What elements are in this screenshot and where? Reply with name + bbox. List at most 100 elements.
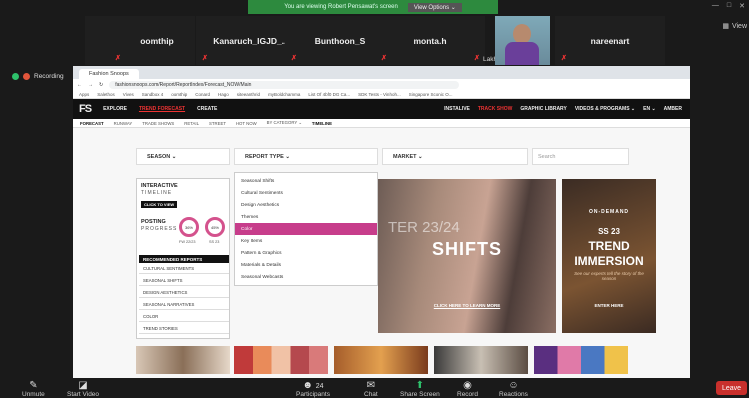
menu-item[interactable]: Themes bbox=[235, 211, 377, 223]
participant-tile[interactable]: oomthip ✗ bbox=[85, 16, 195, 65]
click-to-view-button[interactable]: CLICK TO VIEW bbox=[141, 201, 178, 208]
menu-item-active[interactable]: Color bbox=[235, 223, 377, 235]
start-video-button[interactable]: ◪ Start Video bbox=[67, 381, 99, 398]
recommended-item[interactable]: SEASONAL NARRATIVES bbox=[139, 300, 229, 310]
record-button[interactable]: ◉ Record bbox=[457, 381, 478, 398]
mic-muted-icon: ✗ bbox=[474, 55, 480, 62]
unmute-button[interactable]: ✎ Unmute bbox=[22, 381, 45, 398]
menu-item[interactable]: Cultural Sentiments bbox=[235, 187, 377, 199]
bookmark[interactable]: Sandbox 4 bbox=[142, 92, 164, 97]
on-demand-card[interactable]: ON-DEMAND SS 23 TREND IMMERSION See our … bbox=[562, 179, 656, 333]
recording-indicator[interactable]: Recording bbox=[12, 73, 64, 80]
report-type-filter[interactable]: REPORT TYPE ⌄ bbox=[234, 148, 378, 165]
browser-tab[interactable]: Fashion Snoops bbox=[79, 69, 139, 79]
season-filter[interactable]: SEASON ⌄ bbox=[136, 148, 230, 165]
nav-videos[interactable]: VIDEOS & PROGRAMS ⌄ bbox=[575, 106, 635, 112]
recommended-item[interactable]: SEASONAL SHIFTS bbox=[139, 276, 229, 286]
menu-item[interactable]: Seasonal Webcasts bbox=[235, 271, 377, 283]
participants-button[interactable]: ☻ 24 Participants bbox=[296, 381, 330, 398]
participant-tile[interactable]: nareenart ✗ bbox=[555, 16, 665, 65]
hero-banner[interactable]: TER 23/24 SHIFTS CLICK HERE TO LEARN MOR… bbox=[378, 179, 556, 333]
close-icon[interactable]: ✕ bbox=[739, 2, 745, 10]
record-dot-icon bbox=[23, 73, 30, 80]
progress-donut: 45% bbox=[205, 217, 225, 237]
language-select[interactable]: EN ⌄ bbox=[643, 106, 656, 112]
subnav-item[interactable]: FORECAST bbox=[80, 121, 104, 126]
hero-cta-link[interactable]: CLICK HERE TO LEARN MORE bbox=[378, 303, 556, 308]
subnav-item[interactable]: RUNWAY bbox=[114, 121, 133, 126]
market-filter[interactable]: MARKET ⌄ bbox=[382, 148, 528, 165]
subnav-item[interactable]: HOT NOW bbox=[236, 121, 257, 126]
menu-item[interactable]: Pattern & Graphics bbox=[235, 247, 377, 259]
back-icon[interactable]: ← bbox=[77, 82, 82, 88]
subnav-item[interactable]: TIMELINE bbox=[312, 121, 332, 126]
reload-icon[interactable]: ↻ bbox=[99, 82, 103, 88]
bookmark[interactable]: oomthip bbox=[171, 92, 187, 97]
bookmark[interactable]: Salethos bbox=[97, 92, 115, 97]
leave-button[interactable]: Leave bbox=[716, 381, 747, 395]
nav-graphic-library[interactable]: GRAPHIC LIBRARY bbox=[520, 106, 566, 112]
bookmark[interactable]: Conard bbox=[195, 92, 210, 97]
widget-title: INTERACTIVE bbox=[141, 183, 178, 189]
view-options-button[interactable]: View Options ⌄ bbox=[407, 2, 462, 12]
menu-item[interactable]: Key Items bbox=[235, 235, 377, 247]
bookmark[interactable]: Hago bbox=[218, 92, 229, 97]
record-icon: ◉ bbox=[463, 380, 472, 391]
menu-item[interactable]: Materials & Details bbox=[235, 259, 377, 271]
view-button[interactable]: ▦ View bbox=[722, 22, 747, 31]
participant-tile[interactable]: monta.h ✗ bbox=[375, 16, 485, 65]
bookmark[interactable]: Singapore Sconic O... bbox=[409, 92, 453, 97]
bookmark[interactable]: SDK Tests - Vinhoh... bbox=[358, 92, 401, 97]
site-nav-right: INSTALIVE TRACK SHOW GRAPHIC LIBRARY VID… bbox=[444, 106, 690, 112]
subnav-item[interactable]: BY CATEGORY ⌄ bbox=[267, 120, 302, 126]
meeting-toolbar: ✎ Unmute ◪ Start Video ☻ 24 Participants… bbox=[0, 379, 749, 398]
nav-instalive[interactable]: INSTALIVE bbox=[444, 106, 470, 112]
recommended-item[interactable]: TREND STORIES bbox=[139, 324, 229, 334]
nav-trend-forecast[interactable]: TREND FORECAST bbox=[139, 106, 185, 112]
nav-explore[interactable]: EXPLORE bbox=[103, 106, 127, 112]
bookmark[interactable]: myBoldchamma bbox=[268, 92, 300, 97]
on-demand-tag: ON-DEMAND bbox=[588, 209, 630, 215]
minimize-icon[interactable]: — bbox=[712, 2, 719, 10]
share-screen-button[interactable]: ⬆ Share Screen bbox=[400, 381, 440, 398]
subnav-item[interactable]: RETAIL bbox=[184, 121, 199, 126]
recommended-item[interactable]: DESIGN AESTHETICS bbox=[139, 288, 229, 298]
site-logo[interactable]: FS bbox=[79, 103, 92, 115]
report-thumbnail[interactable] bbox=[334, 346, 428, 374]
search-input[interactable]: Search bbox=[532, 148, 629, 165]
nav-create[interactable]: CREATE bbox=[197, 106, 217, 112]
maximize-icon[interactable]: □ bbox=[727, 2, 731, 10]
nav-track-show[interactable]: TRACK SHOW bbox=[478, 106, 512, 112]
bookmark[interactable]: Apps bbox=[79, 92, 89, 97]
shield-icon bbox=[12, 73, 19, 80]
participant-name: monta.h bbox=[413, 35, 447, 46]
on-demand-cta-link[interactable]: ENTER HERE bbox=[562, 303, 656, 308]
report-thumbnail[interactable] bbox=[234, 346, 328, 374]
shared-screen: Fashion Snoops ← → ↻ fashionsnoops.com/R… bbox=[73, 66, 690, 378]
share-banner: You are viewing Robert Pensawat's screen… bbox=[248, 0, 498, 14]
forward-icon[interactable]: → bbox=[88, 82, 93, 88]
report-thumbnail[interactable] bbox=[434, 346, 528, 374]
url-field[interactable]: fashionsnoops.com/Report/ReportIndex/For… bbox=[109, 80, 460, 89]
subnav-item[interactable]: TRADE SHOWS bbox=[142, 121, 174, 126]
chat-icon: ✉ bbox=[366, 380, 376, 391]
chat-button[interactable]: ✉ Chat bbox=[364, 381, 378, 398]
mic-muted-icon: ✗ bbox=[115, 55, 121, 62]
menu-item[interactable]: Seasonal Shifts bbox=[235, 175, 377, 187]
menu-item[interactable]: Design Aesthetics bbox=[235, 199, 377, 211]
recording-label: Recording bbox=[34, 73, 64, 80]
reactions-button[interactable]: ☺ Reactions bbox=[499, 381, 528, 398]
participant-name: Bunthoon_S bbox=[314, 35, 366, 46]
view-label: View bbox=[731, 22, 747, 30]
bookmark[interactable]: siteeanthrid bbox=[237, 92, 260, 97]
user-menu[interactable]: AMBER bbox=[664, 106, 682, 112]
recommended-item[interactable]: CULTURAL SENTIMENTS bbox=[139, 264, 229, 274]
bookmark[interactable]: List Of 4bf0 DG Ca... bbox=[308, 92, 350, 97]
bookmark[interactable]: Vives bbox=[123, 92, 134, 97]
recommended-item[interactable]: COLOR bbox=[139, 312, 229, 322]
recommended-title: RECOMMENDED REPORTS bbox=[139, 255, 229, 263]
subnav-item[interactable]: STREET bbox=[209, 121, 226, 126]
report-thumbnail[interactable] bbox=[534, 346, 628, 374]
chat-label: Chat bbox=[364, 391, 378, 398]
report-thumbnail[interactable] bbox=[136, 346, 230, 374]
